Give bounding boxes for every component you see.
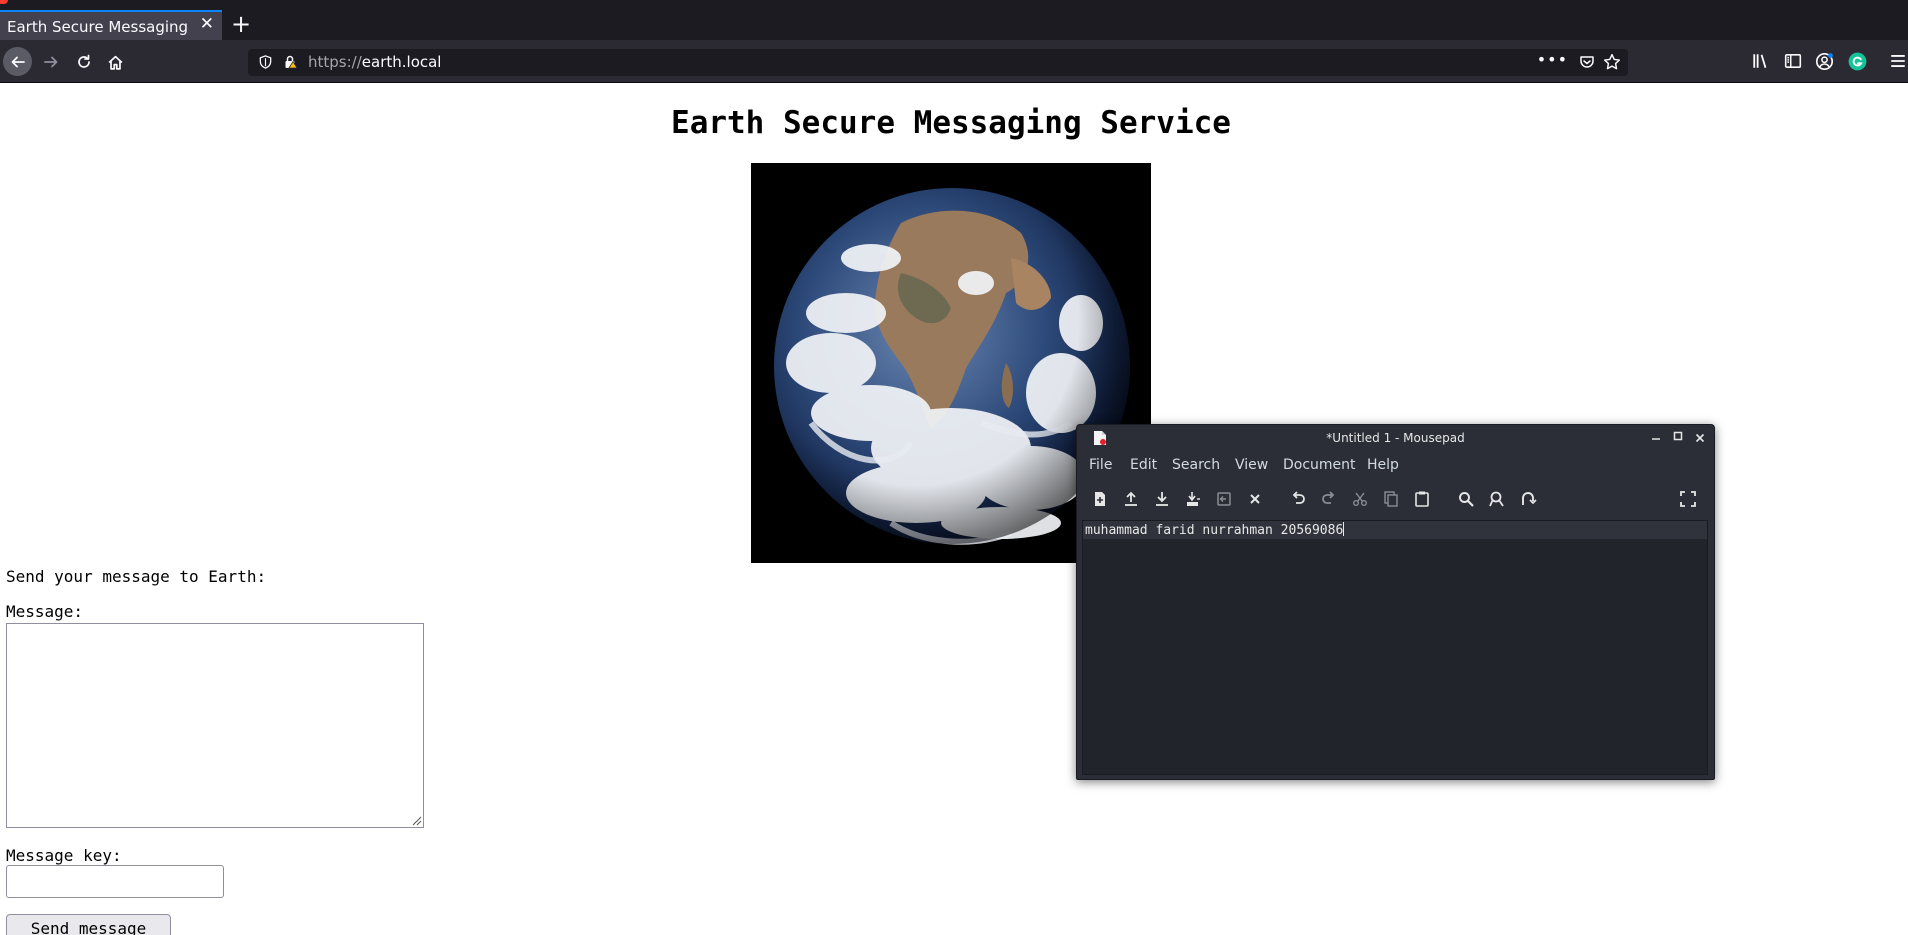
account-icon[interactable]: [1815, 52, 1834, 71]
close-document-icon[interactable]: [1246, 490, 1264, 508]
save-icon[interactable]: [1153, 490, 1171, 508]
arrow-right-icon: [44, 56, 58, 68]
arrow-left-icon: [11, 56, 25, 67]
copy-icon[interactable]: [1382, 490, 1400, 508]
bookmark-star-icon[interactable]: [1603, 53, 1621, 71]
reload-icon: [78, 54, 90, 68]
shield-icon[interactable]: [258, 54, 273, 70]
paste-icon[interactable]: [1413, 490, 1431, 508]
find-icon[interactable]: [1457, 490, 1475, 508]
message-label: Message:: [6, 602, 84, 621]
url-bar[interactable]: https://earth.local •••: [248, 49, 1628, 76]
mousepad-text-editor[interactable]: muhammad farid nurrahman 20569086: [1082, 520, 1708, 775]
browser-nav-bar: https://earth.local •••: [0, 40, 1908, 83]
cut-icon[interactable]: [1351, 490, 1369, 508]
home-icon: [108, 55, 122, 70]
send-message-button[interactable]: Send message: [6, 914, 171, 935]
browser-tab-bar: Earth Secure Messaging ✕ +: [0, 0, 1908, 40]
undo-icon[interactable]: [1289, 490, 1307, 508]
insecure-lock-icon[interactable]: [283, 54, 299, 70]
tab-close-icon[interactable]: ✕: [200, 16, 214, 33]
revert-icon[interactable]: [1215, 490, 1233, 508]
sidebar-icon[interactable]: [1784, 52, 1802, 70]
url-scheme: https://: [308, 53, 362, 71]
redo-icon[interactable]: [1320, 490, 1338, 508]
forward-button[interactable]: [37, 49, 65, 75]
editor-text: muhammad farid nurrahman 20569086: [1085, 523, 1344, 538]
menu-help[interactable]: Help: [1367, 457, 1399, 473]
tab-earth-secure-messaging[interactable]: Earth Secure Messaging ✕: [0, 10, 222, 40]
mousepad-toolbar: [1077, 483, 1714, 515]
text-caret: [1343, 522, 1345, 536]
editor-line-1[interactable]: muhammad farid nurrahman 20569086: [1085, 522, 1345, 538]
page-actions-more-icon[interactable]: •••: [1537, 50, 1568, 69]
pocket-icon[interactable]: [1579, 54, 1595, 70]
message-prompt: Send your message to Earth:: [6, 567, 267, 586]
open-file-icon[interactable]: [1122, 490, 1140, 508]
hamburger-menu-icon[interactable]: [1889, 52, 1907, 70]
go-to-line-icon[interactable]: [1519, 490, 1537, 508]
page-title: Earth Secure Messaging Service: [671, 105, 1231, 141]
back-button[interactable]: [3, 47, 32, 76]
message-key-label: Message key:: [6, 846, 122, 865]
resize-grip-icon[interactable]: [410, 814, 422, 826]
home-button[interactable]: [101, 49, 129, 75]
mousepad-menubar: File Edit Search View Document Help: [1077, 454, 1714, 478]
minimize-icon[interactable]: [1647, 429, 1665, 447]
maximize-icon[interactable]: [1669, 429, 1687, 447]
new-document-icon[interactable]: [1091, 490, 1109, 508]
save-as-icon[interactable]: [1184, 490, 1202, 508]
close-icon[interactable]: [1691, 429, 1709, 447]
menu-search[interactable]: Search: [1172, 457, 1220, 473]
menu-file[interactable]: File: [1089, 457, 1112, 473]
url-host: earth.local: [361, 53, 442, 71]
window-close-dot[interactable]: [0, 0, 8, 4]
find-replace-icon[interactable]: [1488, 490, 1506, 508]
new-tab-button[interactable]: +: [230, 12, 252, 38]
mousepad-window[interactable]: *Untitled 1 - Mousepad File Edit Search …: [1076, 424, 1715, 780]
url-text[interactable]: https://earth.local: [308, 53, 441, 71]
mousepad-titlebar[interactable]: *Untitled 1 - Mousepad: [1077, 425, 1714, 451]
library-icon[interactable]: [1752, 52, 1770, 70]
fullscreen-icon[interactable]: [1679, 490, 1697, 508]
message-textarea[interactable]: [6, 623, 424, 828]
menu-document[interactable]: Document: [1283, 457, 1356, 473]
message-key-input[interactable]: [6, 865, 224, 898]
menu-edit[interactable]: Edit: [1130, 457, 1157, 473]
tab-title: Earth Secure Messaging: [7, 18, 189, 36]
reload-button[interactable]: [70, 49, 98, 75]
menu-view[interactable]: View: [1235, 457, 1268, 473]
mousepad-title: *Untitled 1 - Mousepad: [1326, 431, 1465, 445]
grammarly-icon[interactable]: [1848, 52, 1867, 71]
